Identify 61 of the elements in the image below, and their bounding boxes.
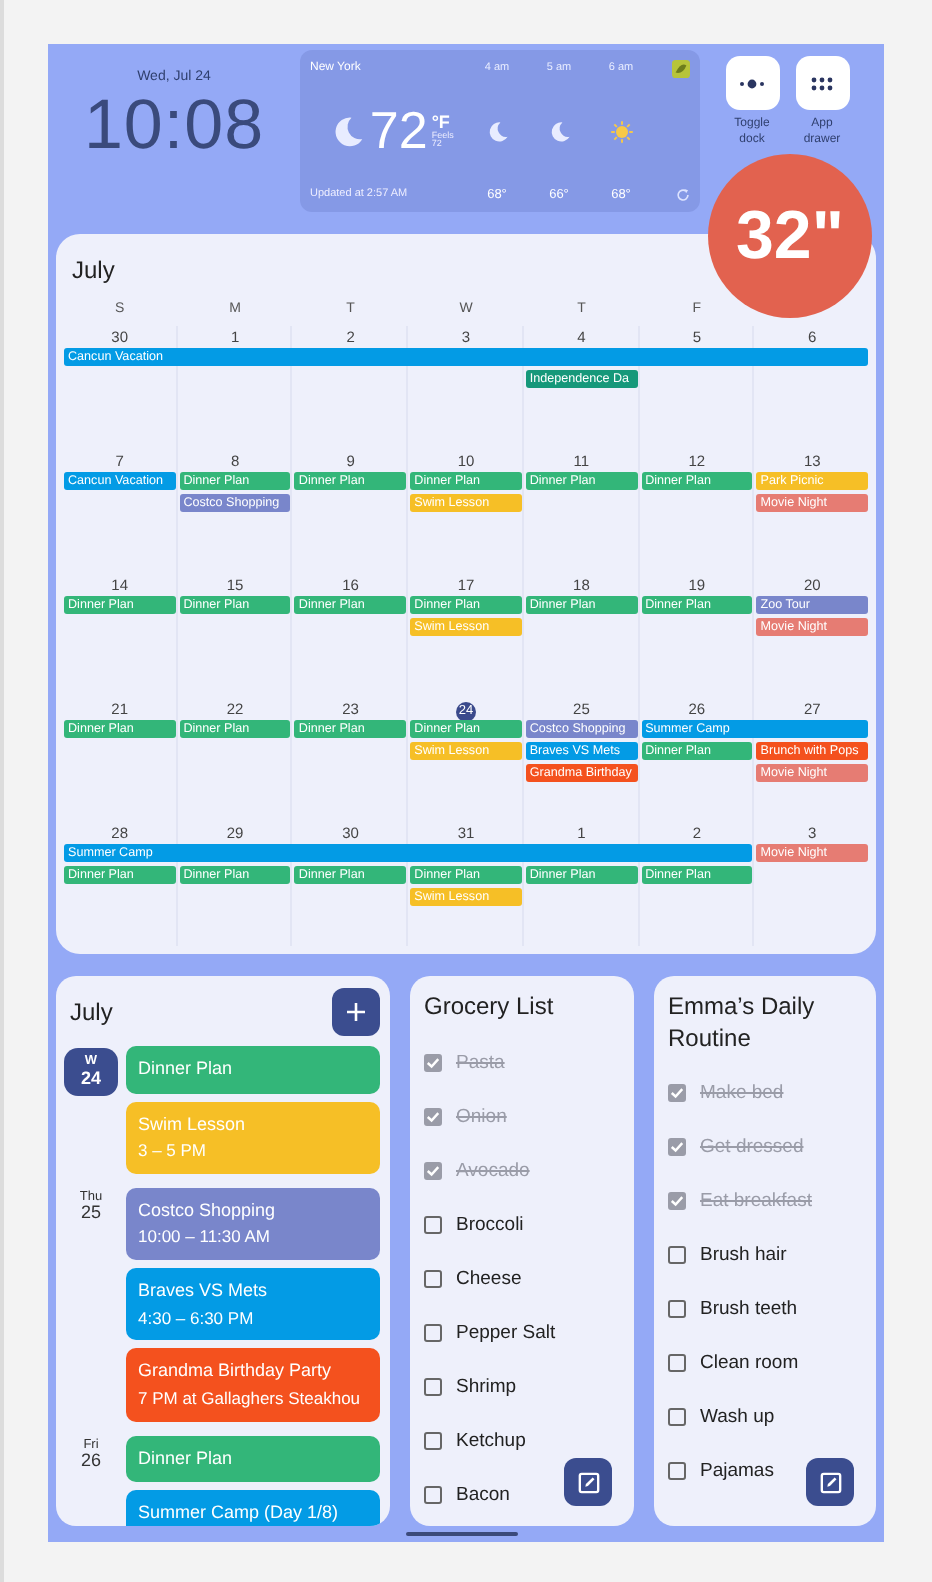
logo-icon — [672, 59, 690, 77]
list-item[interactable]: Clean room — [700, 1352, 799, 1375]
checkbox[interactable] — [668, 1246, 686, 1265]
list-item[interactable]: Pajamas — [700, 1460, 774, 1483]
agenda-event[interactable]: Dinner Plan — [126, 1435, 380, 1482]
checkbox[interactable] — [424, 1485, 442, 1504]
edit-icon — [577, 1471, 599, 1493]
temperature: 72 — [369, 100, 428, 162]
list-title: Grocery List — [424, 992, 556, 1024]
sun-icon — [609, 119, 633, 143]
list-item[interactable]: Wash up — [700, 1406, 775, 1429]
edit-icon — [819, 1471, 841, 1493]
list-item[interactable]: Shrimp — [456, 1375, 517, 1398]
agenda-event[interactable]: Dinner Plan — [126, 1046, 380, 1093]
add-button[interactable] — [332, 988, 380, 1036]
list-item[interactable]: Pepper Salt — [456, 1321, 556, 1344]
moon-icon — [330, 113, 366, 149]
moon-icon — [547, 119, 571, 143]
list-item[interactable]: Pasta — [456, 1051, 505, 1074]
agenda-event[interactable]: Grandma Birthday Party 7 PM at Gallaghers Steakhou — [126, 1348, 380, 1421]
checkbox[interactable] — [424, 1107, 442, 1126]
checkbox[interactable] — [424, 1323, 442, 1342]
checkbox[interactable] — [668, 1462, 686, 1481]
size-badge: 32" — [708, 154, 872, 318]
list-item[interactable]: Broccoli — [456, 1213, 524, 1236]
clock-time: 10:08 — [83, 86, 265, 166]
agenda-event[interactable]: Costco Shopping 10:00 – 11:30 AM — [126, 1187, 380, 1260]
list-item[interactable]: Brush hair — [700, 1244, 787, 1267]
checkbox[interactable] — [668, 1138, 686, 1157]
checkbox[interactable] — [424, 1269, 442, 1288]
checkbox[interactable] — [424, 1161, 442, 1180]
month-title: July — [70, 254, 115, 288]
list-item[interactable]: Eat breakfast — [700, 1190, 812, 1213]
checkbox[interactable] — [424, 1215, 442, 1234]
dots-icon — [738, 77, 766, 89]
agenda-event[interactable]: Summer Camp (Day 1/8) — [126, 1490, 380, 1526]
list-item[interactable]: Ketchup — [456, 1429, 526, 1452]
list-item[interactable]: Avocado — [456, 1159, 530, 1182]
list-item[interactable]: Onion — [456, 1105, 507, 1128]
checkbox[interactable] — [424, 1377, 442, 1396]
edit-button[interactable] — [564, 1458, 612, 1506]
list-title: Emma’s Daily Routine — [668, 992, 817, 1055]
list-item[interactable]: Cheese — [456, 1267, 522, 1290]
unit-label: °F — [431, 113, 452, 131]
list-item[interactable]: Brush teeth — [700, 1298, 798, 1321]
list-item[interactable]: Bacon — [456, 1483, 510, 1506]
moon-icon — [485, 119, 509, 143]
checkbox[interactable] — [424, 1431, 442, 1450]
checkbox[interactable] — [668, 1084, 686, 1103]
plus-icon — [346, 1002, 366, 1022]
checkbox[interactable] — [668, 1354, 686, 1373]
list-item[interactable]: Make bed — [700, 1082, 784, 1105]
apps-icon — [810, 75, 834, 91]
checkbox[interactable] — [668, 1408, 686, 1427]
checkbox[interactable] — [424, 1053, 442, 1072]
agenda-title: July — [68, 998, 113, 1026]
checkbox[interactable] — [668, 1192, 686, 1211]
edit-button[interactable] — [806, 1458, 854, 1506]
list-item[interactable]: Get dressed — [700, 1136, 804, 1159]
checkbox[interactable] — [668, 1300, 686, 1319]
agenda-event[interactable]: Braves VS Mets 4:30 – 6:30 PM — [126, 1268, 380, 1341]
